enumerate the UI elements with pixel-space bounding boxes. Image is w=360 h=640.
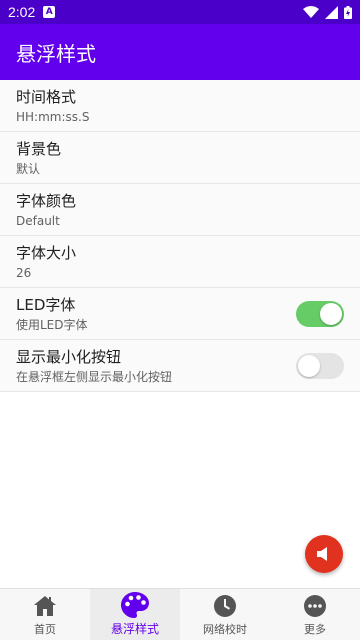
settings-list: 时间格式 HH:mm:ss.S 背景色 默认 字体颜色 Default 字体大小…	[0, 80, 360, 392]
status-bar: 2:02 A	[0, 0, 360, 24]
nav-label: 悬浮样式	[110, 622, 159, 636]
setting-summary: Default	[16, 213, 60, 228]
setting-title: 字体大小	[16, 243, 77, 262]
more-icon	[303, 593, 327, 619]
palette-icon	[120, 592, 150, 618]
setting-show-minimize-button[interactable]: 显示最小化按钮 在悬浮框左侧显示最小化按钮	[0, 340, 360, 392]
wifi-icon	[303, 6, 319, 18]
setting-summary: 使用LED字体	[16, 317, 88, 332]
page-title: 悬浮样式	[16, 41, 96, 66]
speaker-fab-button[interactable]	[305, 535, 343, 573]
bottom-navigation: 首页 悬浮样式 网络校时 更多	[0, 588, 360, 640]
setting-background-color[interactable]: 背景色 默认	[0, 132, 360, 184]
nav-item-more[interactable]: 更多	[270, 589, 360, 640]
nav-item-network-time[interactable]: 网络校时	[180, 589, 270, 640]
toggle-knob	[298, 354, 320, 377]
setting-font-size[interactable]: 字体大小 26	[0, 236, 360, 288]
minimize-button-toggle[interactable]	[296, 352, 344, 379]
nav-label: 网络校时	[203, 622, 247, 636]
nav-item-float-style[interactable]: 悬浮样式	[90, 589, 180, 640]
setting-title: 背景色	[16, 139, 62, 158]
status-icons	[303, 5, 352, 19]
nav-label: 首页	[34, 622, 56, 636]
battery-icon	[344, 5, 352, 19]
clock-icon	[213, 593, 237, 619]
setting-title: 显示最小化按钮	[16, 347, 122, 366]
setting-font-color[interactable]: 字体颜色 Default	[0, 184, 360, 236]
setting-title: LED字体	[16, 295, 76, 314]
setting-title: 字体颜色	[16, 191, 77, 210]
led-font-toggle[interactable]	[296, 300, 344, 327]
setting-summary: 26	[16, 265, 32, 280]
toggle-knob	[320, 302, 342, 325]
setting-summary: 默认	[16, 161, 41, 176]
setting-summary: 在悬浮框左侧显示最小化按钮	[16, 369, 173, 384]
setting-title: 时间格式	[16, 87, 77, 106]
setting-summary: HH:mm:ss.S	[16, 109, 90, 124]
status-time: 2:02	[8, 4, 36, 20]
setting-time-format[interactable]: 时间格式 HH:mm:ss.S	[0, 80, 360, 132]
home-icon	[33, 593, 57, 619]
setting-led-font[interactable]: LED字体 使用LED字体	[0, 288, 360, 340]
speaker-icon	[317, 547, 327, 561]
app-bar: 悬浮样式	[0, 24, 360, 80]
signal-icon	[325, 5, 338, 19]
nav-label: 更多	[304, 622, 326, 636]
nav-item-home[interactable]: 首页	[0, 589, 90, 640]
notification-icon: A	[43, 6, 56, 18]
